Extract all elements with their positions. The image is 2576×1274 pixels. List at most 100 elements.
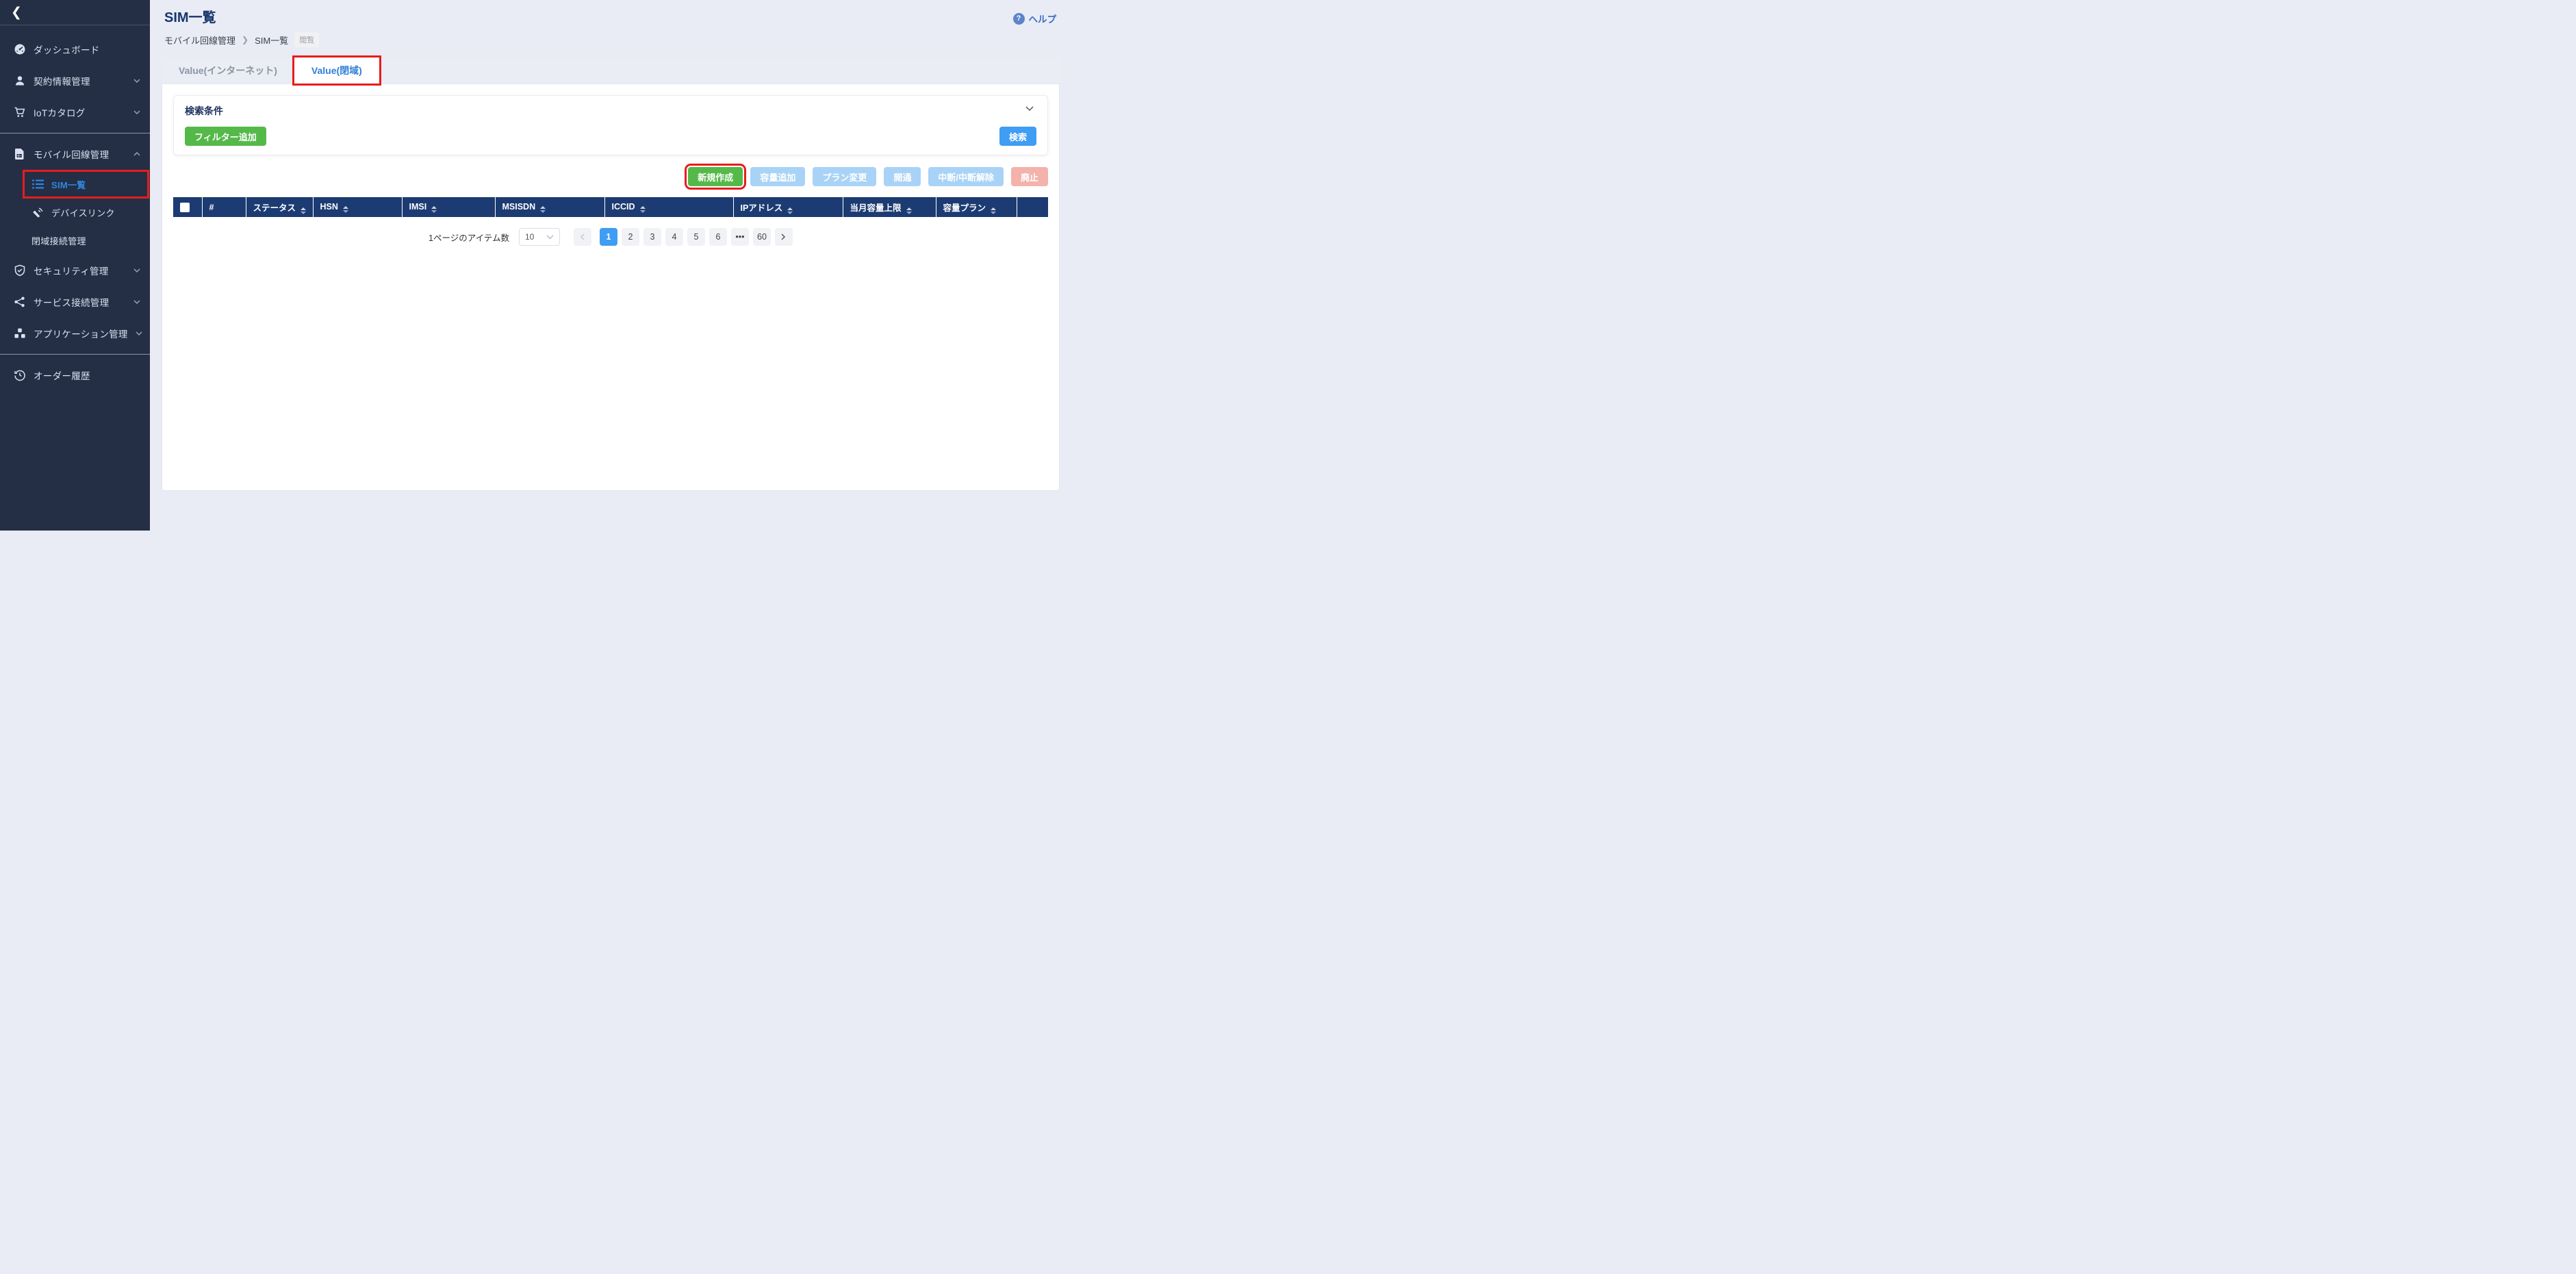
page-title: SIM一覧 <box>164 10 1060 26</box>
add-filter-button[interactable]: フィルター追加 <box>185 127 266 146</box>
sidebar-item-label: 契約情報管理 <box>34 74 126 88</box>
column-header-monthly-cap[interactable]: 当月容量上限 <box>843 197 936 217</box>
sidebar-divider <box>0 354 150 355</box>
search-conditions-title: 検索条件 <box>185 104 1036 118</box>
sort-icon[interactable] <box>787 207 793 214</box>
sidebar-item-label: モバイル回線管理 <box>34 147 126 161</box>
next-page-button[interactable] <box>775 228 793 246</box>
column-header-actions <box>1017 197 1048 217</box>
search-button[interactable]: 検索 <box>999 127 1036 146</box>
sort-icon[interactable] <box>343 206 348 213</box>
satellite-dish-icon <box>31 207 44 219</box>
add-capacity-button[interactable]: 容量追加 <box>750 167 805 186</box>
chevron-down-icon <box>546 235 554 240</box>
collapse-chevron-icon[interactable] <box>1025 106 1034 112</box>
select-all-checkbox[interactable] <box>180 203 190 212</box>
sidebar-item-closed-network[interactable]: 閉域接続管理 <box>0 227 150 255</box>
sidebar-item-application[interactable]: アプリケーション管理 <box>0 318 150 349</box>
history-clock-icon <box>14 369 26 381</box>
breadcrumb-separator-icon: ❯ <box>242 35 248 44</box>
sidebar-item-label: アプリケーション管理 <box>34 327 128 340</box>
sidebar-item-sim-list[interactable]: SIM一覧 <box>25 172 147 196</box>
change-plan-button[interactable]: プラン変更 <box>813 167 876 186</box>
sort-icon[interactable] <box>640 206 646 213</box>
sidebar-item-security[interactable]: セキュリティ管理 <box>0 255 150 286</box>
page-button[interactable]: 3 <box>643 228 661 246</box>
sidebar-item-label: SIM一覧 <box>51 178 138 191</box>
page-button[interactable]: 5 <box>687 228 705 246</box>
page-button[interactable]: 60 <box>753 228 771 246</box>
sort-icon[interactable] <box>301 207 306 214</box>
sidebar-item-mobile-line[interactable]: モバイル回線管理 <box>0 138 150 170</box>
chevron-down-icon <box>136 331 142 335</box>
sidebar-item-label: IoTカタログ <box>34 105 126 119</box>
table-header: # ステータス HSN IMSI MSISDN ICCID IPアドレス 当月容… <box>173 197 1048 217</box>
shield-check-icon <box>14 264 26 277</box>
page-button[interactable]: 4 <box>665 228 683 246</box>
sidebar-item-iot-catalog[interactable]: IoTカタログ <box>0 97 150 128</box>
sidebar-top-bar: ❮ <box>0 0 150 25</box>
sidebar-item-device-link[interactable]: デバイスリンク <box>0 199 150 227</box>
column-header-plan[interactable]: 容量プラン <box>936 197 1017 217</box>
column-header-iccid[interactable]: ICCID <box>604 197 733 217</box>
help-link[interactable]: ? ヘルプ <box>1013 12 1057 25</box>
suspend-resume-button[interactable]: 中断/中断解除 <box>928 167 1004 186</box>
breadcrumb-item[interactable]: モバイル回線管理 <box>164 34 235 47</box>
chevron-down-icon <box>133 268 140 272</box>
prev-page-button[interactable] <box>574 228 591 246</box>
column-header-index: # <box>202 197 246 217</box>
network-nodes-icon <box>14 296 26 308</box>
chevron-down-icon <box>133 79 140 83</box>
sort-icon[interactable] <box>540 206 546 213</box>
page-button[interactable]: 2 <box>622 228 639 246</box>
items-per-page-select[interactable]: 10 <box>519 228 560 246</box>
column-header-ip[interactable]: IPアドレス <box>733 197 843 217</box>
sort-icon[interactable] <box>906 207 912 214</box>
sort-icon[interactable] <box>431 206 437 213</box>
tab-bar: Value(インターネット) Value(閉域) <box>162 58 1060 84</box>
column-header-msisdn[interactable]: MSISDN <box>495 197 604 217</box>
help-icon: ? <box>1013 13 1025 25</box>
tab-value-closed[interactable]: Value(閉域) <box>294 58 379 84</box>
main-content: ? ヘルプ SIM一覧 モバイル回線管理 ❯ SIM一覧 閲覧 Value(イン… <box>150 0 1073 531</box>
sim-card-icon <box>14 148 26 160</box>
select-all-header-cell <box>173 197 202 217</box>
sidebar-item-contract[interactable]: 契約情報管理 <box>0 65 150 97</box>
help-label: ヘルプ <box>1029 12 1057 25</box>
create-new-button[interactable]: 新規作成 <box>688 167 743 186</box>
user-icon <box>14 75 26 87</box>
search-conditions-card: 検索条件 フィルター追加 検索 <box>173 95 1048 155</box>
pagination: 1ページのアイテム数 10 123456•••60 <box>173 228 1048 246</box>
cart-icon <box>14 106 26 118</box>
tab-value-internet[interactable]: Value(インターネット) <box>162 58 294 84</box>
sidebar: ❮ ダッシュボード 契約情報管理 <box>0 0 150 531</box>
column-header-hsn[interactable]: HSN <box>313 197 402 217</box>
view-mode-badge: 閲覧 <box>294 32 319 47</box>
sort-icon[interactable] <box>991 207 996 214</box>
dashboard-gauge-icon <box>14 43 26 55</box>
sidebar-item-service-connection[interactable]: サービス接続管理 <box>0 286 150 318</box>
page-button-group: 123456•••60 <box>574 228 793 246</box>
column-header-imsi[interactable]: IMSI <box>402 197 495 217</box>
sidebar-nav: ダッシュボード 契約情報管理 IoTカタログ <box>0 25 150 391</box>
sidebar-item-label: セキュリティ管理 <box>34 264 126 277</box>
sidebar-item-label: オーダー履歴 <box>34 368 140 382</box>
sidebar-item-order-history[interactable]: オーダー履歴 <box>0 359 150 391</box>
items-per-page-label: 1ページのアイテム数 <box>429 231 509 244</box>
sidebar-item-label: デバイスリンク <box>51 206 140 219</box>
cubes-icon <box>14 327 26 340</box>
page-button[interactable]: 6 <box>709 228 727 246</box>
sidebar-item-dashboard[interactable]: ダッシュボード <box>0 34 150 65</box>
activate-button[interactable]: 開通 <box>884 167 921 186</box>
column-header-status[interactable]: ステータス <box>246 197 313 217</box>
sidebar-collapse-icon[interactable]: ❮ <box>11 6 22 19</box>
chevron-up-icon <box>133 152 140 156</box>
sidebar-item-label: 閉域接続管理 <box>31 234 140 247</box>
page-number-buttons: 123456•••60 <box>600 228 771 246</box>
terminate-button[interactable]: 廃止 <box>1011 167 1048 186</box>
content-panel: 検索条件 フィルター追加 検索 新規作成 容量追加 プラン変更 開通 中断/中断… <box>162 84 1060 491</box>
page-ellipsis-button[interactable]: ••• <box>731 228 749 246</box>
action-button-row: 新規作成 容量追加 プラン変更 開通 中断/中断解除 廃止 <box>173 166 1048 187</box>
page-button[interactable]: 1 <box>600 228 617 246</box>
sim-table: # ステータス HSN IMSI MSISDN ICCID IPアドレス 当月容… <box>173 197 1048 217</box>
